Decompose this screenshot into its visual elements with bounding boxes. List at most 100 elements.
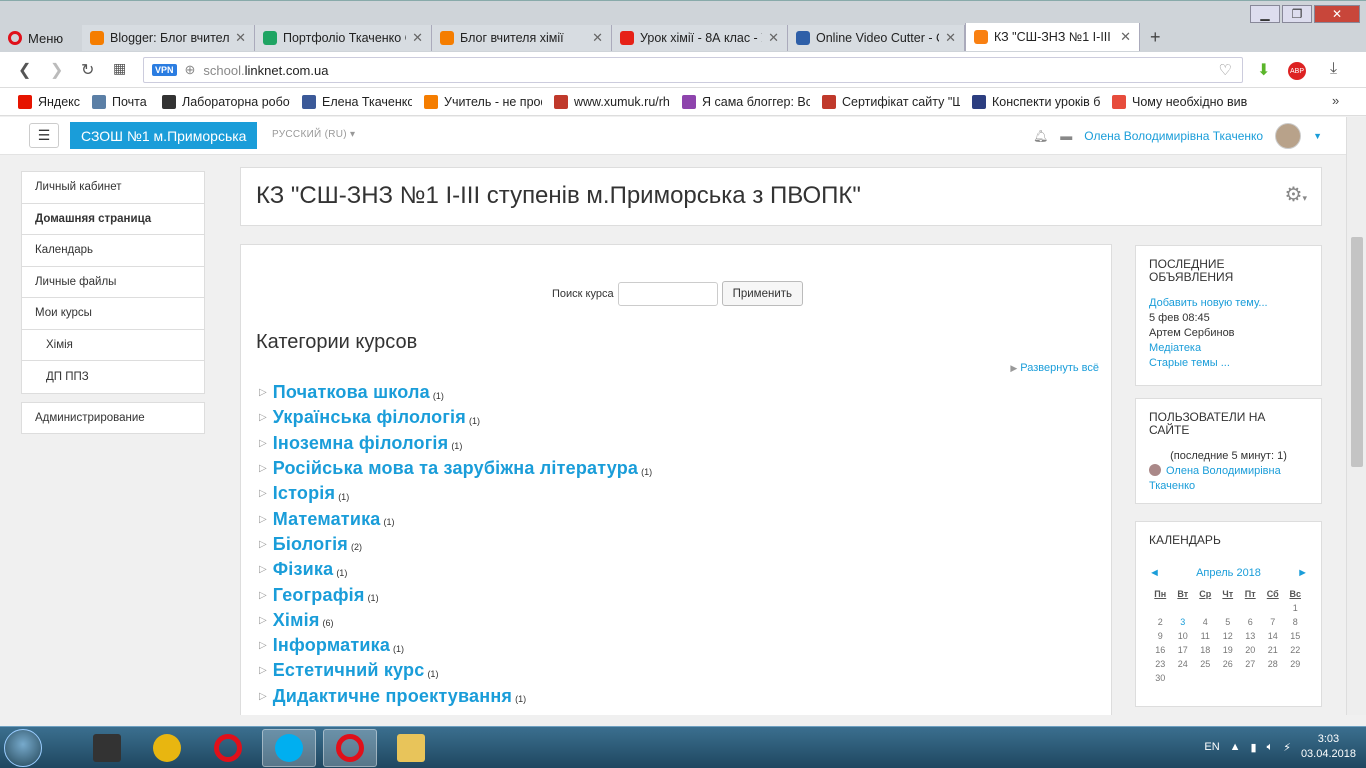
calendar-day[interactable]: 6	[1239, 615, 1262, 629]
browser-tab[interactable]: Online Video Cutter - О ✕	[788, 25, 965, 51]
maximize-button[interactable]: ❐	[1282, 5, 1312, 23]
expand-triangle-icon[interactable]: ▷	[259, 564, 267, 575]
expand-triangle-icon[interactable]: ▷	[259, 590, 267, 601]
category-link[interactable]: Російська мова та зарубіжна література	[273, 458, 638, 479]
calendar-prev-icon[interactable]: ◄	[1149, 567, 1160, 579]
calendar-day[interactable]: 21	[1262, 643, 1285, 657]
calendar-day[interactable]: 10	[1172, 629, 1195, 643]
taskbar-app-opera-active[interactable]	[323, 729, 377, 767]
calendar-day[interactable]: 27	[1239, 657, 1262, 671]
nav-item[interactable]: Домашняя страница	[22, 204, 204, 235]
category-link[interactable]: Фізика	[273, 559, 334, 580]
expand-triangle-icon[interactable]: ▷	[259, 438, 267, 449]
nav-item[interactable]: Мои курсы	[22, 298, 204, 330]
avatar[interactable]	[1275, 123, 1302, 149]
language-selector[interactable]: РУССКИЙ (RU) ▾	[272, 129, 355, 140]
tray-expand-icon[interactable]: ▲	[1230, 741, 1241, 753]
close-tab-icon[interactable]: ✕	[768, 30, 779, 46]
nav-item[interactable]: Хімія	[22, 330, 204, 361]
taskbar-app-explorer[interactable]	[384, 729, 438, 767]
expand-triangle-icon[interactable]: ▷	[259, 488, 267, 499]
minimize-button[interactable]: ▁	[1250, 5, 1280, 23]
notification-bell-icon[interactable]: 🔔︎	[1033, 129, 1048, 143]
nav-item[interactable]: Календарь	[22, 235, 204, 267]
nav-item[interactable]: Личные файлы	[22, 267, 204, 298]
expand-triangle-icon[interactable]: ▷	[259, 387, 267, 398]
calendar-day[interactable]: 20	[1239, 643, 1262, 657]
calendar-day[interactable]: 13	[1239, 629, 1262, 643]
browser-tab[interactable]: Блог вчителя хімії ✕	[432, 25, 612, 51]
browser-tab[interactable]: Портфоліо Ткаченко О ✕	[255, 25, 432, 51]
add-topic-link[interactable]: Добавить новую тему...	[1149, 296, 1308, 311]
bookmark-item[interactable]: Чому необхідно вив	[1112, 94, 1252, 109]
language-indicator[interactable]: EN	[1204, 741, 1219, 753]
expand-triangle-icon[interactable]: ▷	[259, 615, 267, 626]
calendar-month[interactable]: Апрель 2018	[1196, 567, 1261, 579]
expand-triangle-icon[interactable]: ▷	[259, 691, 267, 702]
chevron-down-icon[interactable]: ▼	[1313, 131, 1322, 141]
calendar-day[interactable]: 11	[1194, 629, 1217, 643]
taskbar-app-opera[interactable]	[201, 729, 255, 767]
category-link[interactable]: Естетичний курс	[273, 660, 425, 681]
nav-item[interactable]: Личный кабинет	[22, 172, 204, 204]
url-field[interactable]: VPN ⊕ school.linknet.com.ua ♡	[143, 57, 1243, 83]
opera-menu-button[interactable]: Меню	[8, 27, 63, 49]
calendar-day[interactable]: 18	[1194, 643, 1217, 657]
calendar-day[interactable]: 7	[1262, 615, 1285, 629]
old-topics-link[interactable]: Старые темы ...	[1149, 356, 1308, 371]
category-link[interactable]: Інформатика	[273, 635, 390, 656]
bookmark-item[interactable]: Учитель - не профес	[424, 94, 542, 109]
browser-tab[interactable]: КЗ "СШ-ЗНЗ №1 І-ІІІ ст ✕	[965, 23, 1140, 51]
close-tab-icon[interactable]: ✕	[235, 30, 246, 46]
calendar-day[interactable]: 22	[1284, 643, 1307, 657]
category-link[interactable]: Хімія	[273, 610, 320, 631]
more-bookmarks-icon[interactable]: »	[1332, 93, 1339, 108]
calendar-day[interactable]: 8	[1284, 615, 1307, 629]
taskbar-app-skype[interactable]	[262, 729, 316, 767]
close-tab-icon[interactable]: ✕	[592, 30, 603, 46]
user-name[interactable]: Олена Володимирівна Ткаченко	[1084, 129, 1263, 143]
close-window-button[interactable]: ✕	[1314, 5, 1360, 23]
calendar-day[interactable]: 4	[1194, 615, 1217, 629]
expand-triangle-icon[interactable]: ▷	[259, 539, 267, 550]
calendar-day[interactable]: 25	[1194, 657, 1217, 671]
power-icon[interactable]: ⚡︎	[1283, 741, 1291, 754]
vpn-badge[interactable]: VPN	[152, 64, 177, 76]
bookmark-item[interactable]: Я сама блоггер: Все	[682, 94, 810, 109]
bookmark-item[interactable]: Елена Ткаченко	[302, 94, 412, 109]
forward-icon[interactable]: ❯	[50, 60, 63, 80]
category-link[interactable]: Українська філологія	[273, 407, 466, 428]
expand-triangle-icon[interactable]: ▷	[259, 463, 267, 474]
downloads-icon[interactable]: ⤓	[1330, 60, 1337, 78]
expand-triangle-icon[interactable]: ▷	[259, 412, 267, 423]
taskbar-app-media-player-classic[interactable]	[80, 729, 134, 767]
close-tab-icon[interactable]: ✕	[412, 30, 423, 46]
taskbar-app-chrome[interactable]	[140, 729, 194, 767]
calendar-day[interactable]: 29	[1284, 657, 1307, 671]
speed-dial-icon[interactable]: ▦	[113, 60, 126, 77]
bookmark-item[interactable]: Лабораторна робота	[162, 94, 290, 109]
user-menu[interactable]: 🔔︎ ▬ Олена Володимирівна Ткаченко ▼	[1033, 123, 1322, 149]
browser-tab[interactable]: Урок хімії - 8А клас - У ✕	[612, 25, 788, 51]
calendar-day[interactable]: 14	[1262, 629, 1285, 643]
browser-tab[interactable]: Blogger: Блог вчителя ✕	[82, 25, 255, 51]
calendar-day[interactable]: 15	[1284, 629, 1307, 643]
calendar-day[interactable]: 5	[1217, 615, 1240, 629]
bookmark-item[interactable]: Яндекс	[18, 94, 80, 109]
category-link[interactable]: Іноземна філологія	[273, 433, 449, 454]
news-post-link[interactable]: Медіатека	[1149, 341, 1308, 356]
site-name-link[interactable]: СЗОШ №1 м.Приморська	[70, 122, 258, 149]
network-icon[interactable]: ▮	[1251, 741, 1257, 754]
gear-icon[interactable]: ⚙▾	[1285, 182, 1307, 207]
calendar-day[interactable]: 1	[1284, 601, 1307, 615]
page-scrollbar[interactable]	[1346, 117, 1366, 715]
clock[interactable]: 3:03 03.04.2018	[1301, 732, 1356, 762]
calendar-next-icon[interactable]: ►	[1297, 567, 1308, 579]
calendar-day[interactable]: 9	[1149, 629, 1172, 643]
calendar-day[interactable]: 26	[1217, 657, 1240, 671]
calendar-day[interactable]: 24	[1172, 657, 1195, 671]
reload-icon[interactable]: ↻	[81, 60, 94, 80]
close-tab-icon[interactable]: ✕	[945, 30, 956, 46]
bookmark-item[interactable]: Почта	[92, 94, 150, 109]
calendar-day[interactable]: 19	[1217, 643, 1240, 657]
